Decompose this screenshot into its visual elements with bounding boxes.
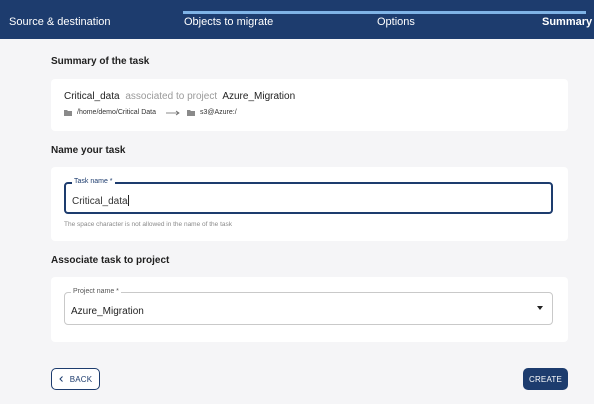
arrow-right-icon (165, 110, 180, 115)
folder-icon (186, 109, 195, 116)
summary-line: Critical_data associated to project Azur… (64, 91, 295, 102)
summary-task-name: Critical_data (64, 91, 120, 102)
destination-path: s3@Azure:/ (199, 109, 237, 116)
name-task-title: Name your task (51, 145, 126, 156)
step-summary: Summary (542, 16, 593, 28)
task-name-field[interactable]: Task name * Critical_data (64, 178, 553, 214)
folder-icon (64, 109, 72, 116)
task-name-label: Task name * (72, 178, 115, 185)
back-button-label: BACK (69, 374, 93, 384)
step-source-destination[interactable]: Source & destination (9, 16, 111, 28)
dropdown-arrow-icon[interactable] (537, 306, 543, 310)
create-button-label: CREATE (528, 374, 563, 384)
task-name-input[interactable]: Critical_data (72, 195, 129, 207)
summary-card: Critical_data associated to project Azur… (51, 79, 568, 131)
summary-title: Summary of the task (51, 56, 150, 67)
task-name-helper: The space character is not allowed in th… (64, 221, 233, 228)
project-name-value[interactable]: Azure_Migration (71, 306, 144, 317)
associate-project-title: Associate task to project (51, 255, 170, 266)
step-options[interactable]: Options (377, 16, 415, 28)
progress-bar (183, 11, 586, 14)
summary-associated-text: associated to project (125, 91, 218, 102)
name-task-card: Task name * Critical_data The space char… (51, 167, 568, 241)
back-button[interactable]: BACK (51, 368, 100, 390)
project-card: Project name * Azure_Migration (51, 277, 568, 342)
summary-project-name: Azure_Migration (222, 91, 296, 102)
create-button[interactable]: CREATE (523, 368, 568, 390)
text-caret (127, 195, 129, 206)
source-path: /home/demo/Critical Data (77, 109, 156, 116)
summary-paths: /home/demo/Critical Data s3@Azure:/ (64, 109, 237, 116)
step-objects-to-migrate[interactable]: Objects to migrate (184, 16, 273, 28)
project-name-select[interactable]: Project name * Azure_Migration (64, 288, 553, 325)
wizard-header: Source & destination Objects to migrate … (0, 0, 594, 39)
task-name-value[interactable]: Critical_data (72, 196, 128, 207)
chevron-left-icon (58, 376, 63, 382)
project-name-label: Project name * (71, 288, 121, 295)
